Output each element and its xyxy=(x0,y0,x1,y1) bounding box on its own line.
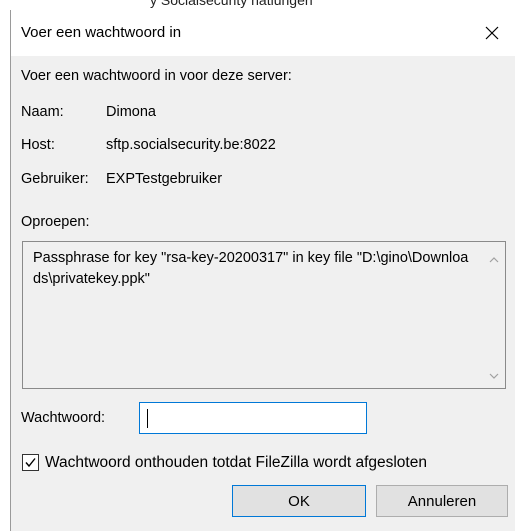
cancel-button[interactable]: Annuleren xyxy=(376,485,508,517)
field-label-gebruiker: Gebruiker: xyxy=(21,171,89,187)
field-label-naam: Naam: xyxy=(21,104,64,120)
scroll-up-arrow-icon[interactable] xyxy=(489,256,499,264)
prompt-textarea[interactable]: Passphrase for key "rsa-key-20200317" in… xyxy=(22,241,506,389)
checkmark-icon xyxy=(25,458,36,468)
field-label-host: Host: xyxy=(21,137,55,153)
prompt-text: Passphrase for key "rsa-key-20200317" in… xyxy=(33,250,469,287)
close-button[interactable] xyxy=(469,10,515,56)
intro-text: Voer een wachtwoord in voor deze server: xyxy=(21,68,292,84)
text-caret xyxy=(147,409,148,428)
close-icon xyxy=(485,26,499,40)
remember-label[interactable]: Wachtwoord onthouden totdat FileZilla wo… xyxy=(45,454,427,472)
dialog-titlebar: Voer een wachtwoord in xyxy=(11,10,515,56)
dialog-title: Voer een wachtwoord in xyxy=(21,24,182,41)
field-value-gebruiker: EXPTestgebruiker xyxy=(106,171,223,187)
remember-checkbox[interactable] xyxy=(22,454,39,471)
field-value-host: sftp.socialsecurity.be:8022 xyxy=(106,137,276,153)
field-value-naam: Dimona xyxy=(106,104,156,120)
background-window-strip: y Socialsecurity hatlungen xyxy=(0,0,515,10)
scroll-down-arrow-icon[interactable] xyxy=(489,372,499,380)
password-input[interactable] xyxy=(139,402,367,434)
password-dialog: Voer een wachtwoord in Voer een wachtwoo… xyxy=(10,10,515,531)
password-label: Wachtwoord: xyxy=(21,410,106,426)
background-window-text: y Socialsecurity hatlungen xyxy=(150,0,313,8)
ok-button[interactable]: OK xyxy=(232,485,366,517)
prompt-label: Oproepen: xyxy=(21,214,90,230)
